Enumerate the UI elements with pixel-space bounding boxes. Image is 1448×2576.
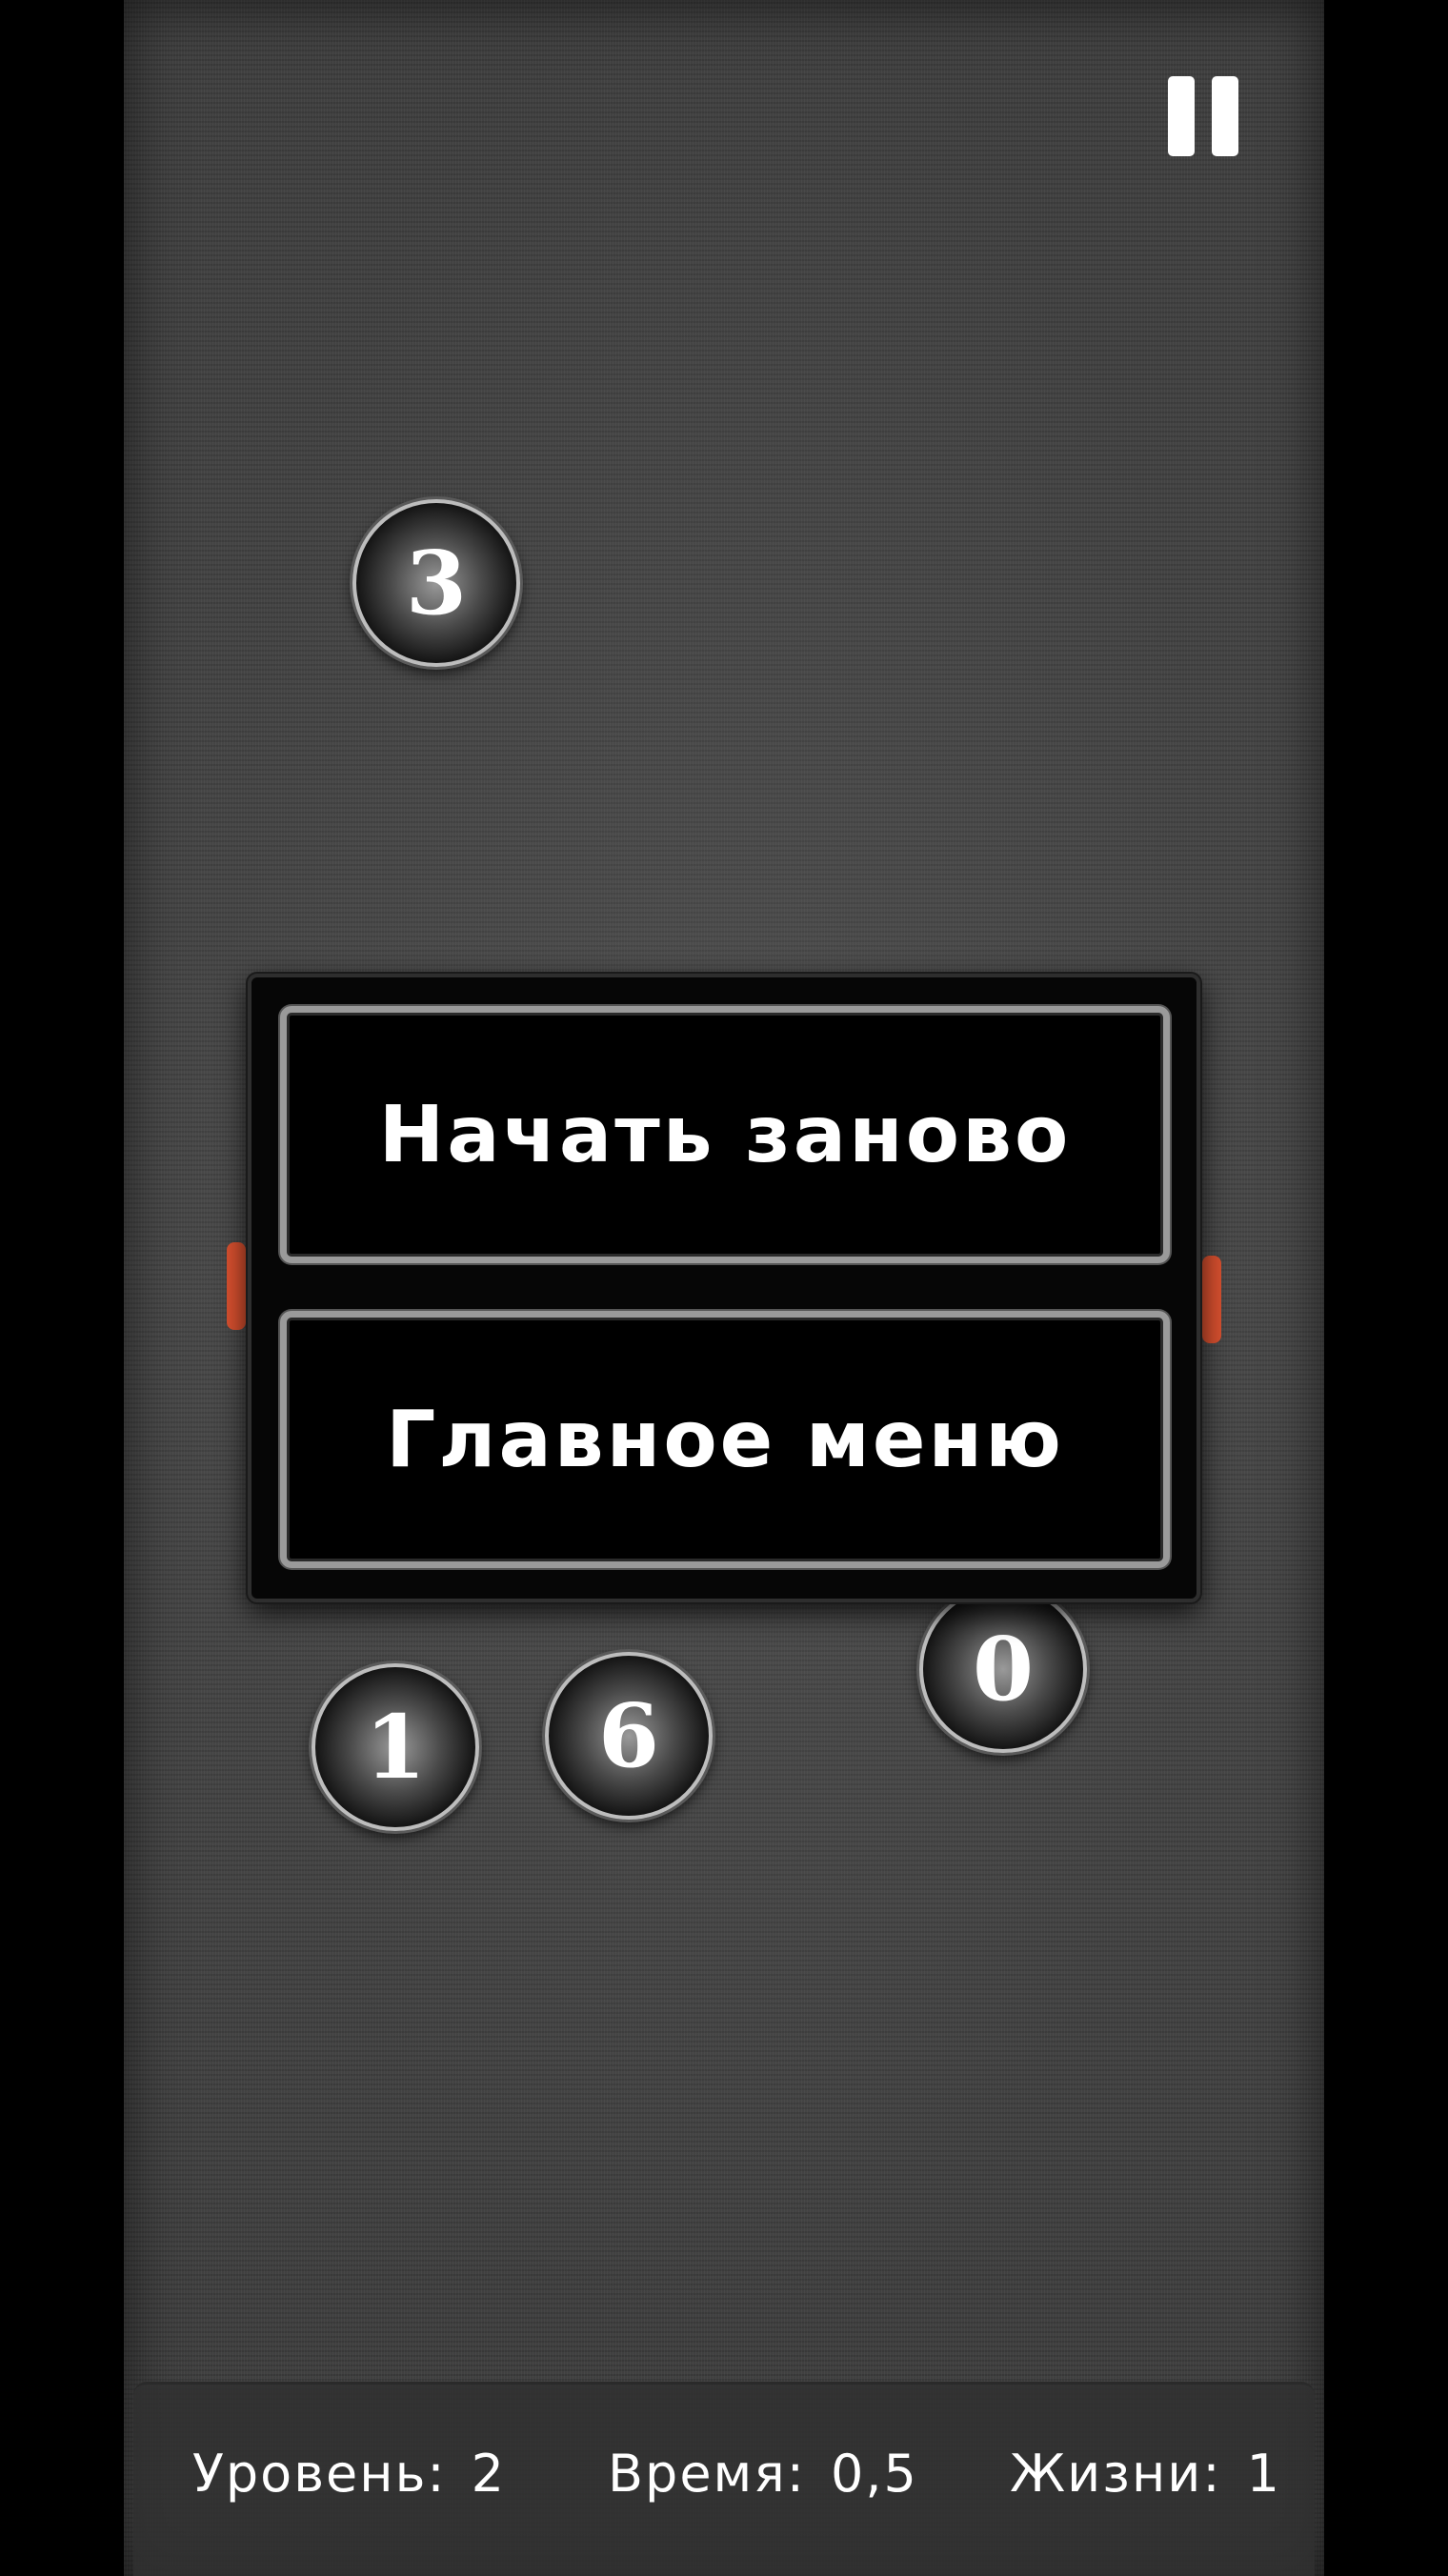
lives-value: 1 [1246,2444,1281,2504]
number-ball-0[interactable]: 0 [919,1585,1087,1753]
pause-icon-bar [1212,76,1238,156]
pause-icon [1168,76,1195,156]
number-ball-3[interactable]: 3 [352,499,520,667]
time-indicator: Время: 0,5 [608,2444,918,2504]
number-ball-1[interactable]: 1 [312,1663,479,1831]
main-menu-button[interactable]: Главное меню [280,1311,1170,1568]
ball-number: 0 [972,1618,1034,1721]
ball-number: 3 [405,532,467,634]
ball-number: 6 [597,1684,659,1787]
time-label: Время: [608,2444,806,2504]
level-label: Уровень: [192,2444,447,2504]
left-paddle [227,1242,246,1330]
pause-menu-panel: Начать заново Главное меню [248,974,1200,1602]
time-value: 0,5 [830,2444,918,2504]
main-menu-button-label: Главное меню [386,1394,1064,1485]
restart-button-label: Начать заново [378,1089,1072,1180]
restart-button[interactable]: Начать заново [280,1006,1170,1263]
pause-button[interactable] [1168,76,1238,156]
lives-label: Жизни: [1010,2444,1222,2504]
lives-indicator: Жизни: 1 [1010,2444,1281,2504]
number-ball-6[interactable]: 6 [545,1652,713,1820]
right-paddle [1202,1256,1221,1343]
level-value: 2 [471,2444,506,2504]
level-indicator: Уровень: 2 [192,2444,506,2504]
ball-number: 1 [364,1696,426,1799]
status-bar: Уровень: 2 Время: 0,5 Жизни: 1 [133,2382,1315,2576]
